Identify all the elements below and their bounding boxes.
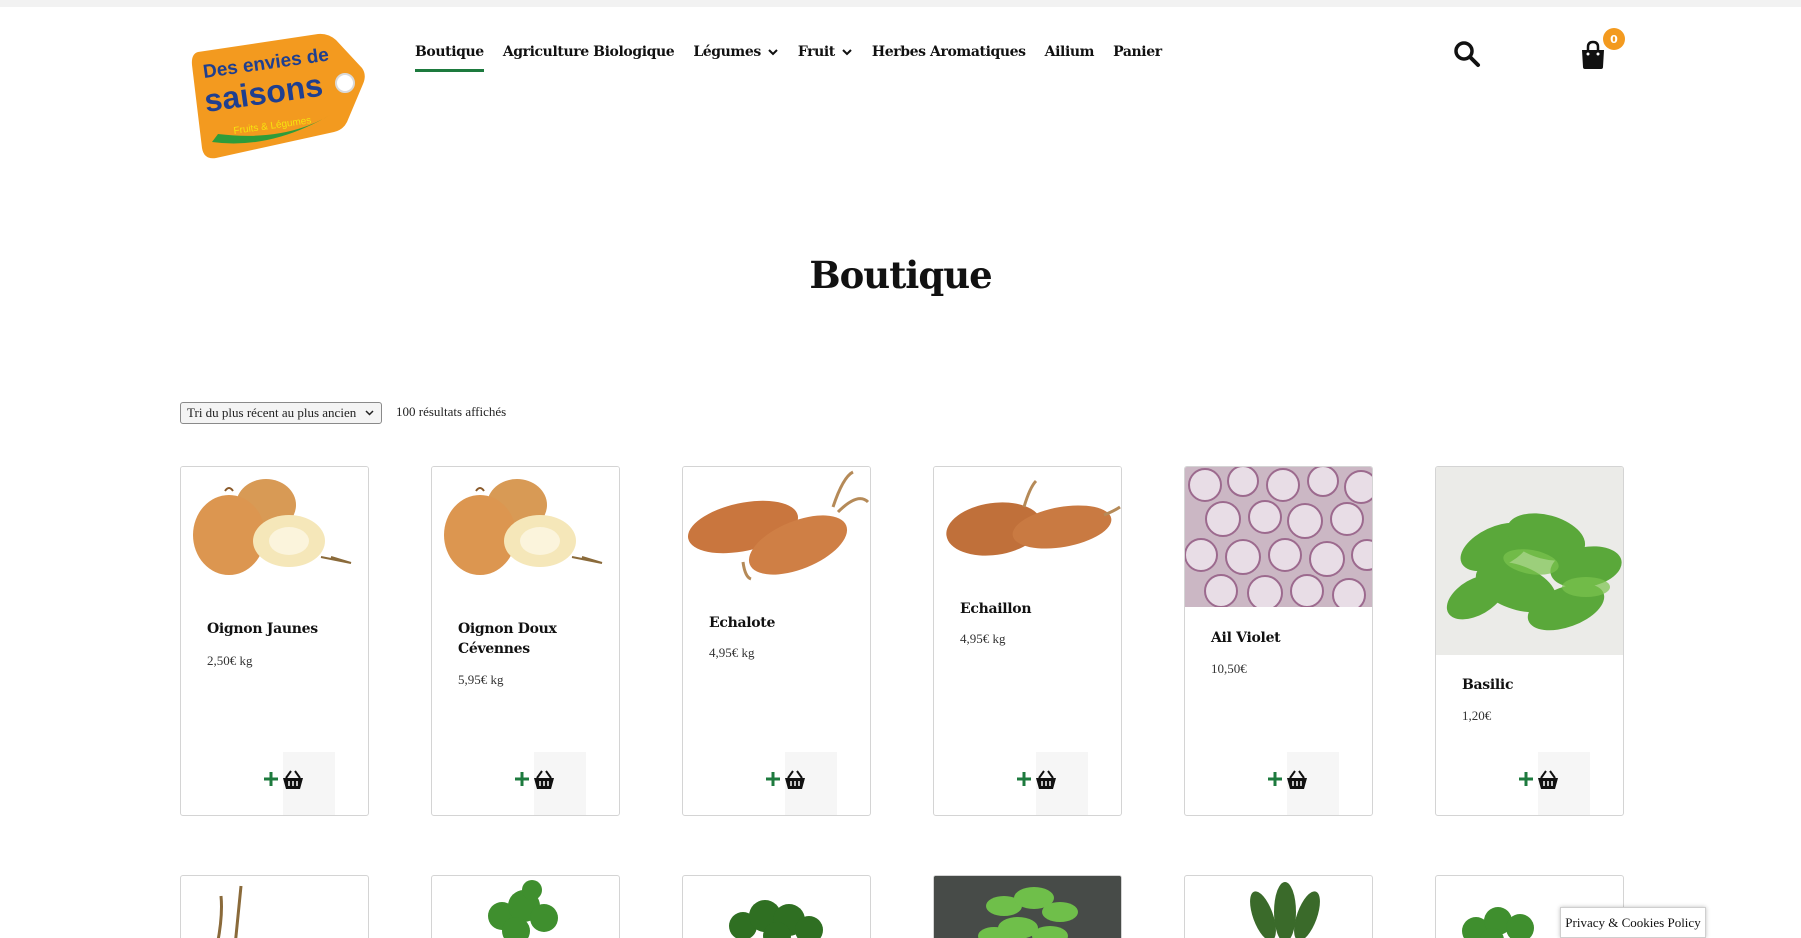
product-image-garlic (1185, 467, 1372, 607)
shopping-bag-icon (1582, 40, 1604, 69)
product-image-curly-parsley (729, 900, 823, 938)
product-card[interactable]: Basilic 1,20€ (1435, 466, 1624, 816)
product-name[interactable]: Oignon Doux Cévennes (458, 619, 608, 659)
product-card[interactable] (933, 875, 1122, 938)
basket-icon (283, 770, 303, 789)
product-card[interactable] (431, 875, 620, 938)
logo-tag-icon: Des envies de saisons Fruits & Légumes (191, 33, 365, 159)
product-name[interactable]: Echalote (709, 613, 859, 633)
privacy-policy-button[interactable]: Privacy & Cookies Policy (1560, 907, 1706, 938)
plus-icon (766, 772, 780, 786)
product-name[interactable]: Oignon Jaunes (207, 619, 357, 639)
product-name[interactable]: Basilic (1462, 675, 1612, 695)
cart-button[interactable] (1580, 40, 1606, 70)
nav-item-fruit[interactable]: Fruit (798, 44, 853, 60)
plus-icon (1268, 772, 1282, 786)
search-button[interactable] (1453, 40, 1481, 68)
add-to-cart-button[interactable] (263, 752, 335, 815)
add-to-cart-button[interactable] (1016, 752, 1088, 815)
product-card[interactable] (1184, 875, 1373, 938)
top-strip (0, 0, 1801, 7)
product-image-onion (432, 467, 619, 597)
nav-item-agriculture-biologique[interactable]: Agriculture Biologique (503, 44, 675, 60)
product-card[interactable] (180, 875, 369, 938)
basket-icon (1287, 770, 1307, 789)
nav-label: Panier (1113, 44, 1162, 60)
nav-label: Boutique (415, 44, 484, 60)
nav-label: Ailium (1044, 44, 1095, 60)
product-image-basil (1436, 467, 1623, 655)
add-to-cart-button[interactable] (765, 752, 837, 815)
nav-item-panier[interactable]: Panier (1113, 44, 1162, 60)
plus-icon (515, 772, 529, 786)
plus-icon (264, 772, 278, 786)
product-price: 2,50€ kg (207, 653, 253, 668)
sort-select[interactable]: Tri du plus récent au plus ancien (180, 402, 382, 424)
add-to-cart-button[interactable] (1267, 752, 1339, 815)
product-price: 1,20€ (1462, 708, 1492, 723)
basket-icon (1538, 770, 1558, 789)
result-count: 100 résultats affichés (396, 404, 507, 419)
add-to-cart-button[interactable] (1518, 752, 1590, 815)
product-image-parsley (488, 880, 558, 938)
product-card[interactable]: Echalote 4,95€ kg (682, 466, 871, 816)
main-nav: Boutique Agriculture Biologique Légumes … (415, 44, 1181, 72)
nav-label: Herbes Aromatiques (871, 44, 1026, 60)
product-image-bay-leaf (1250, 882, 1320, 938)
product-price: 5,95€ kg (458, 672, 504, 687)
nav-item-herbes-aromatiques[interactable]: Herbes Aromatiques (872, 44, 1026, 60)
plus-icon (1519, 772, 1533, 786)
product-card[interactable]: Oignon Jaunes 2,50€ kg (180, 466, 369, 816)
product-price: 4,95€ kg (960, 631, 1006, 646)
product-image-shallot (934, 467, 1121, 577)
chevron-down-icon (768, 49, 778, 56)
product-price: 10,50€ (1211, 661, 1247, 676)
product-image-herb (216, 885, 243, 938)
sort-select-value: Tri du plus récent au plus ancien (187, 405, 357, 420)
nav-item-ailium[interactable]: Ailium (1044, 44, 1095, 60)
site-logo[interactable]: Des envies de saisons Fruits & Légumes (190, 30, 365, 165)
nav-label: Fruit (797, 44, 835, 60)
nav-item-boutique[interactable]: Boutique (415, 44, 484, 72)
nav-label: Légumes (693, 44, 761, 60)
plus-icon (1017, 772, 1031, 786)
product-name[interactable]: Echaillon (960, 599, 1110, 619)
product-card[interactable]: Ail Violet 10,50€ (1184, 466, 1373, 816)
basket-icon (534, 770, 554, 789)
add-to-cart-button[interactable] (514, 752, 586, 815)
product-image-mint (934, 876, 1121, 938)
nav-label: Agriculture Biologique (502, 44, 675, 60)
product-card[interactable] (682, 875, 871, 938)
search-icon (1454, 41, 1480, 67)
product-card[interactable]: Oignon Doux Cévennes 5,95€ kg (431, 466, 620, 816)
chevron-down-icon (842, 49, 852, 56)
product-price: 4,95€ kg (709, 645, 755, 660)
product-name[interactable]: Ail Violet (1211, 628, 1361, 648)
basket-icon (1036, 770, 1056, 789)
page-title: Boutique (809, 253, 992, 297)
product-card[interactable]: Echaillon 4,95€ kg (933, 466, 1122, 816)
basket-icon (785, 770, 805, 789)
product-image-onion (181, 467, 368, 597)
chevron-down-icon (365, 410, 374, 416)
cart-count-badge: 0 (1603, 28, 1625, 50)
product-image-shallot (683, 467, 870, 587)
nav-item-legumes[interactable]: Légumes (693, 44, 779, 60)
